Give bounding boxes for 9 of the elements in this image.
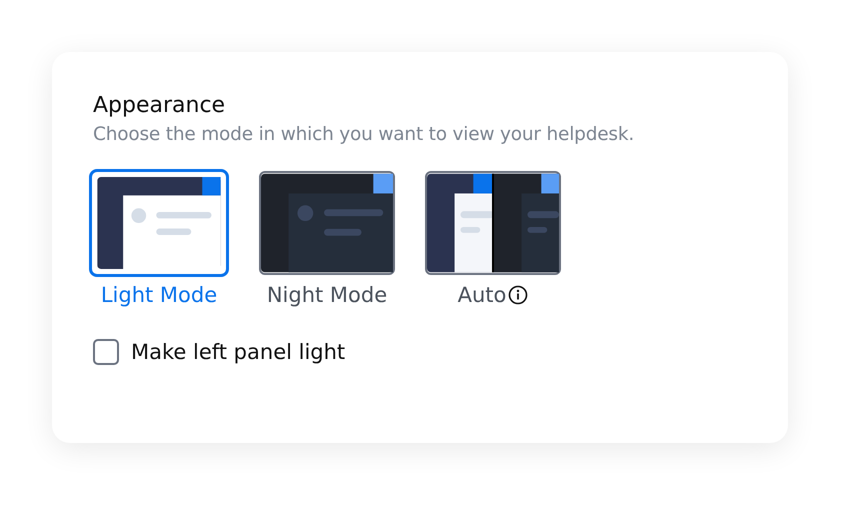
checkbox-label: Make left panel light [131, 340, 346, 364]
info-icon[interactable] [508, 285, 528, 305]
section-title: Appearance [93, 93, 226, 118]
section-description: Choose the mode in which you want to view your helpdesk. [93, 124, 636, 145]
mode-option[interactable] [89, 169, 229, 277]
checkbox[interactable] [93, 339, 119, 365]
mode-label: Auto [458, 283, 506, 307]
mode-label: Light Mode [100, 283, 218, 307]
mode-label: Night Mode [266, 283, 388, 307]
